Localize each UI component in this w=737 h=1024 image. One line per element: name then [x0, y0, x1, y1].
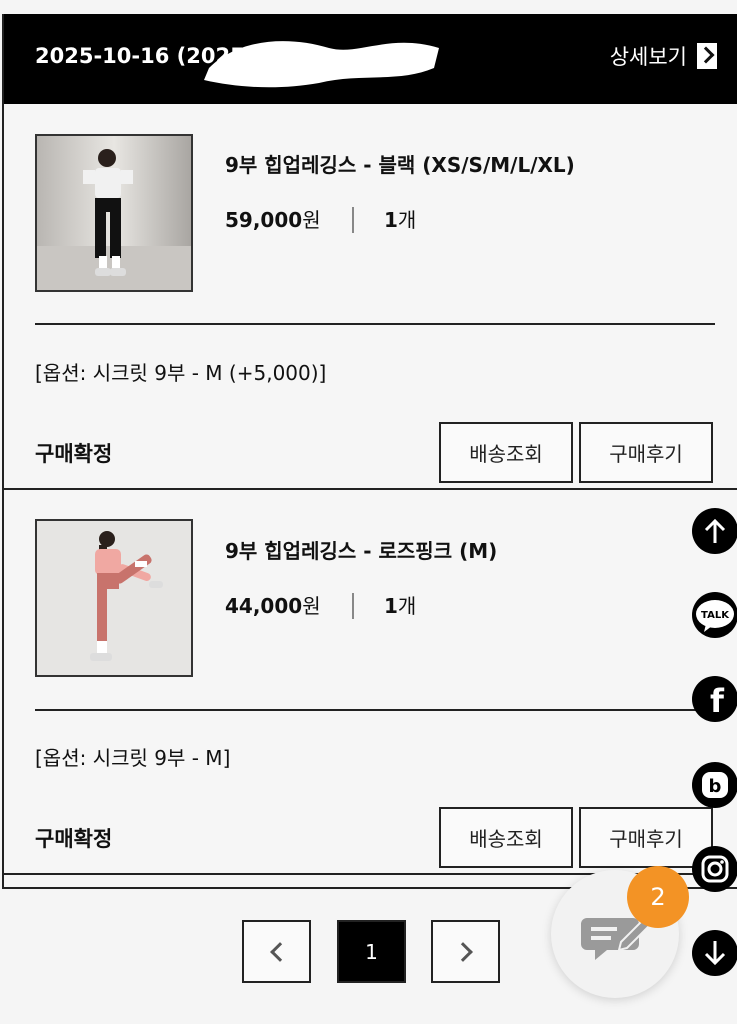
order-status: 구매확정 [35, 827, 113, 851]
kakao-talk-button[interactable]: TALK [692, 592, 737, 638]
product-image[interactable] [35, 519, 193, 677]
divider-line [35, 323, 715, 325]
svg-text:TALK: TALK [701, 610, 730, 621]
track-delivery-button[interactable]: 배송조회 [439, 422, 573, 483]
chevron-right-icon [452, 941, 473, 962]
order-card: 2025-10-16 (2025 상세보기 9부 힙업레깅스 - 블랙 (XS/… [2, 14, 737, 889]
product-title[interactable]: 9부 힙업레깅스 - 블랙 (XS/S/M/L/XL) [225, 149, 575, 178]
separator [352, 207, 354, 233]
product-image[interactable] [35, 134, 193, 292]
blog-button[interactable]: b [692, 762, 737, 808]
arrow-up-icon [704, 518, 726, 543]
blog-icon: b [702, 772, 728, 798]
product-title[interactable]: 9부 힙업레깅스 - 로즈핑크 (M) [225, 535, 497, 564]
product-qty: 1개 [384, 208, 417, 232]
detail-link[interactable]: 상세보기 [610, 41, 717, 71]
svg-text:b: b [709, 776, 722, 797]
order-status: 구매확정 [35, 442, 113, 466]
page-1-button[interactable]: 1 [337, 920, 406, 983]
chevron-left-icon [269, 941, 290, 962]
arrow-down-icon [704, 941, 726, 966]
instagram-icon [701, 855, 729, 883]
scroll-bottom-button[interactable] [692, 930, 737, 976]
product-price: 59,000원 [225, 208, 321, 232]
talk-icon: TALK [696, 600, 734, 632]
svg-text:f: f [710, 682, 725, 720]
chevron-right-icon [697, 43, 717, 69]
product-option: [옵션: 시크릿 9부 - M (+5,000)] [35, 361, 327, 385]
order-header: 2025-10-16 (2025 상세보기 [4, 14, 737, 104]
product-price: 44,000원 [225, 594, 321, 618]
write-review-button[interactable]: 구매후기 [579, 807, 713, 868]
scroll-top-button[interactable] [692, 508, 737, 554]
facebook-button[interactable]: f [692, 676, 737, 722]
section-divider [2, 488, 737, 490]
detail-label: 상세보기 [609, 45, 687, 69]
product-qty: 1개 [384, 594, 417, 618]
product-option: [옵션: 시크릿 9부 - M] [35, 746, 231, 770]
prev-page-button[interactable] [242, 920, 311, 983]
write-review-button[interactable]: 구매후기 [579, 422, 713, 483]
facebook-icon: f [710, 682, 725, 720]
divider-line [35, 709, 715, 711]
separator [352, 593, 354, 619]
instagram-button[interactable] [692, 846, 737, 892]
track-delivery-button[interactable]: 배송조회 [439, 807, 573, 868]
redaction-scribble [204, 41, 439, 88]
next-page-button[interactable] [431, 920, 500, 983]
chat-badge: 2 [627, 866, 689, 928]
